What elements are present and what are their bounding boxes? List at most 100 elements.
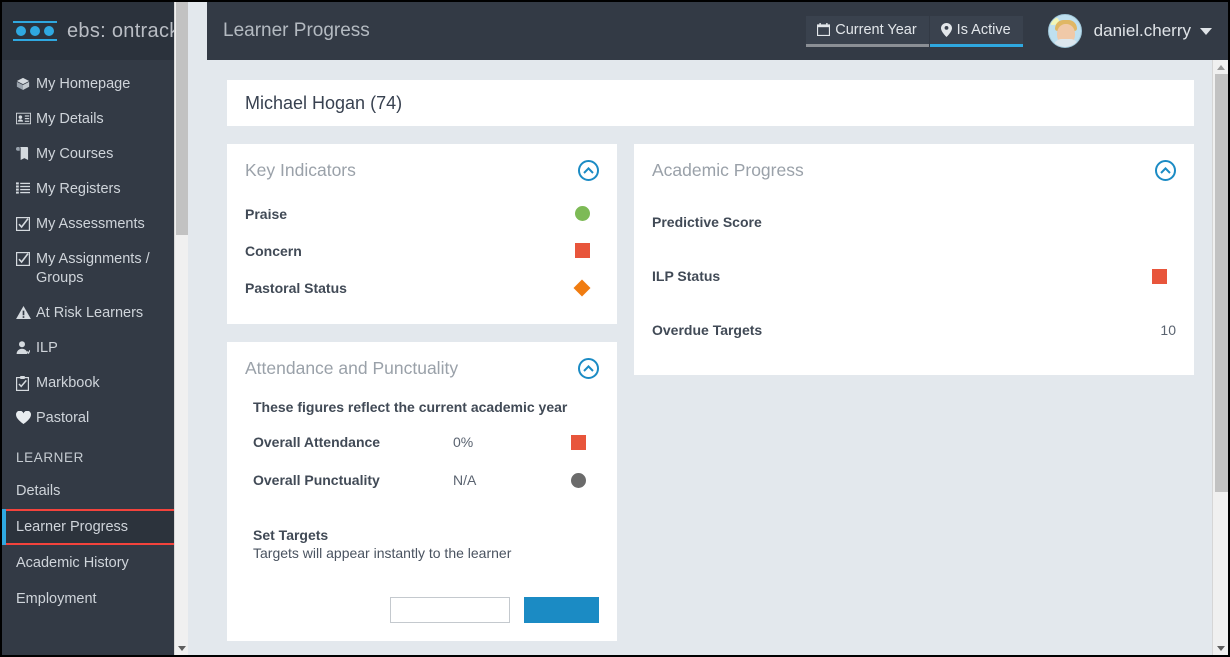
sidebar-item-label: Pastoral (36, 410, 90, 426)
chevron-up-circle-icon[interactable] (1155, 160, 1176, 181)
sidebar-item-markbook[interactable]: Markbook (2, 366, 188, 401)
academic-progress-body: Predictive Score ILP Status Overdue Targ… (634, 191, 1194, 375)
checkbox-icon (16, 215, 36, 231)
sidebar-subitem-label: Academic History (16, 555, 129, 571)
main-scrollbar[interactable] (1212, 60, 1228, 655)
overall-punctuality-badge (563, 472, 593, 488)
sidebar-item-label: My Assessments (36, 216, 145, 232)
sidebar-item-label: My Assignments / Groups (36, 251, 150, 286)
chevron-down-icon[interactable] (1200, 27, 1212, 35)
learner-name-card: Michael Hogan (74) (227, 80, 1194, 126)
sidebar-item-my-courses[interactable]: My Courses (2, 137, 188, 172)
map-pin-icon (940, 22, 952, 37)
target-submit-button[interactable] (524, 597, 599, 623)
attendance-note: These figures reflect the current academ… (253, 399, 568, 415)
username-label[interactable]: daniel.cherry (1094, 21, 1191, 41)
sidebar-item-my-details[interactable]: My Details (2, 102, 188, 137)
row-label: Overall Attendance (253, 434, 381, 450)
brand-name: ebs: ontrack (67, 19, 180, 42)
sidebar-item-my-homepage[interactable]: My Homepage (2, 67, 188, 102)
row-value: 0% (453, 434, 474, 450)
clipboard-check-icon (16, 374, 36, 391)
sidebar-subitem-label: Employment (16, 591, 97, 607)
set-targets-form (245, 561, 599, 623)
sidebar-scrollbar-thumb[interactable] (176, 2, 188, 235)
sidebar-scroll-down-icon[interactable] (175, 641, 188, 655)
key-indicators-panel: Key Indicators Praise Concern Pastoral S… (227, 144, 617, 324)
current-year-button[interactable]: Current Year (806, 15, 929, 47)
heart-icon (16, 409, 36, 424)
sidebar-item-at-risk-learners[interactable]: At Risk Learners (2, 296, 188, 331)
brand-logo[interactable]: ebs: ontrack (2, 2, 188, 60)
main-scrollbar-thumb[interactable] (1215, 74, 1228, 492)
sidebar-item-label: My Registers (36, 181, 121, 197)
set-targets-section: Set Targets Targets will appear instantl… (245, 499, 599, 561)
sidebar-item-learner-progress[interactable]: Learner Progress (2, 509, 188, 545)
row-label: Concern (245, 242, 302, 259)
sidebar-item-label: Markbook (36, 375, 100, 391)
panel-title: Academic Progress (652, 160, 804, 180)
sidebar-item-label: My Details (36, 111, 104, 127)
warning-triangle-icon (16, 304, 36, 319)
panel-columns: Key Indicators Praise Concern Pastoral S… (207, 126, 1214, 655)
key-indicators-header: Key Indicators (227, 144, 617, 191)
sidebar-item-ilp[interactable]: ILP (2, 331, 188, 366)
sidebar-scrollbar[interactable] (174, 2, 188, 655)
logo-mark-icon (12, 21, 58, 41)
row-label: Predictive Score (652, 214, 762, 230)
panel-title: Attendance and Punctuality (245, 358, 459, 378)
key-indicator-row: Pastoral Status (245, 269, 599, 306)
chevron-up-circle-icon[interactable] (578, 160, 599, 181)
academic-progress-panel: Academic Progress Predictive Score ILP S… (634, 144, 1194, 375)
sidebar-item-pastoral[interactable]: Pastoral (2, 401, 188, 436)
checkbox-icon (16, 250, 36, 266)
attendance-body: These figures reflect the current academ… (227, 389, 617, 641)
avatar[interactable] (1047, 14, 1082, 48)
attendance-punctuality-panel: Attendance and Punctuality These figures… (227, 342, 617, 641)
sidebar-item-label: My Courses (36, 146, 114, 162)
academic-progress-row: Overdue Targets 10 (652, 303, 1176, 357)
key-indicator-row: Concern (245, 232, 599, 269)
cube-icon (16, 75, 36, 91)
sidebar-section-learner: LEARNER (16, 450, 84, 465)
application-window: ebs: ontrack My Homepage My Details My C (0, 0, 1230, 657)
row-value: N/A (453, 472, 477, 488)
right-column: Academic Progress Predictive Score ILP S… (634, 144, 1194, 393)
attendance-header: Attendance and Punctuality (227, 342, 617, 389)
overall-attendance-badge (563, 434, 593, 450)
overdue-targets-value: 10 (1160, 322, 1176, 338)
learner-name: Michael Hogan (74) (245, 92, 403, 113)
page-title: Learner Progress (223, 20, 370, 41)
calendar-icon (817, 23, 831, 36)
row-label: Overall Punctuality (253, 472, 380, 488)
sidebar-item-my-assignments-groups[interactable]: My Assignments / Groups (2, 242, 188, 296)
sidebar: ebs: ontrack My Homepage My Details My C (2, 2, 188, 655)
main-scroll-up-icon[interactable] (1213, 60, 1228, 74)
key-indicators-body: Praise Concern Pastoral Status (227, 191, 617, 324)
sidebar-subitem-label: Details (16, 483, 61, 499)
set-targets-title: Set Targets (253, 527, 329, 543)
academic-progress-row: Predictive Score (652, 195, 1176, 249)
row-label: ILP Status (652, 268, 721, 284)
sidebar-nav: My Homepage My Details My Courses My Reg… (2, 60, 188, 617)
target-input[interactable] (390, 597, 511, 623)
is-active-button[interactable]: Is Active (929, 15, 1023, 47)
row-label: Praise (245, 205, 288, 222)
sidebar-item-label: At Risk Learners (36, 305, 144, 321)
attendance-row: Overall Attendance 0% (245, 423, 599, 461)
sidebar-item-employment[interactable]: Employment (2, 581, 188, 617)
panel-title: Key Indicators (245, 160, 356, 180)
main-scroll-down-icon[interactable] (1213, 641, 1228, 655)
book-icon (16, 145, 36, 161)
chevron-up-circle-icon[interactable] (578, 358, 599, 379)
sidebar-item-label: ILP (36, 340, 58, 356)
sidebar-item-details[interactable]: Details (2, 473, 188, 509)
top-bar: Learner Progress Current Year Is Active (207, 2, 1228, 60)
sidebar-item-my-registers[interactable]: My Registers (2, 172, 188, 207)
sidebar-item-academic-history[interactable]: Academic History (2, 545, 188, 581)
sidebar-item-my-assessments[interactable]: My Assessments (2, 207, 188, 242)
academic-progress-row: ILP Status (652, 249, 1176, 303)
key-indicator-row: Praise (245, 195, 599, 232)
main-content: Michael Hogan (74) Key Indicators Praise (207, 60, 1214, 655)
list-icon (16, 180, 36, 194)
